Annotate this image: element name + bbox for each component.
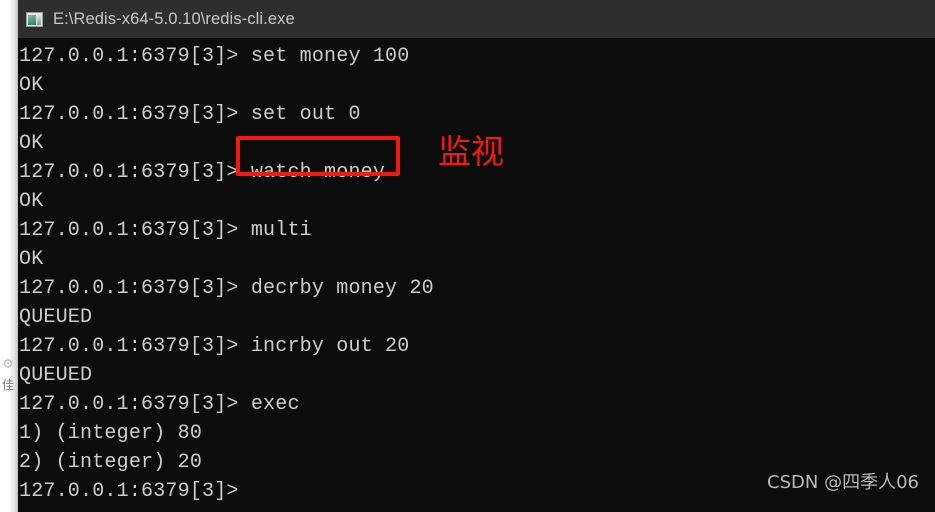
terminal-line: QUEUED [19, 306, 93, 329]
terminal-output[interactable]: 127.0.0.1:6379[3]> set money 100 OK 127.… [18, 38, 935, 512]
terminal-line: 127.0.0.1:6379[3]> exec [19, 393, 300, 416]
annotation-label: 监视 [438, 132, 504, 171]
console-window: E:\Redis-x64-5.0.10\redis-cli.exe 127.0.… [18, 0, 935, 512]
terminal-line: 127.0.0.1:6379[3]> set out 0 [19, 103, 361, 126]
watermark: CSDN @四季人06 [767, 472, 919, 493]
terminal-line: 1) (integer) 80 [19, 422, 203, 445]
background-gear-icon: ⚙ [2, 357, 14, 372]
terminal-line: 127.0.0.1:6379[3]> decrby money 20 [19, 277, 434, 300]
screenshot-root: ⚙ 佳 E:\Redis-x64-5.0.10\redis-cli.exe 12… [0, 0, 935, 512]
terminal-line: 127.0.0.1:6379[3]> multi [19, 219, 312, 242]
terminal-line: OK [19, 248, 44, 271]
terminal-line: OK [19, 74, 44, 97]
terminal-line: 127.0.0.1:6379[3]> set money 100 [19, 45, 410, 68]
terminal-line: 127.0.0.1:6379[3]> incrby out 20 [19, 335, 410, 358]
console-window-icon [26, 11, 43, 27]
terminal-line: QUEUED [19, 364, 93, 387]
background-cjk-artifact: 佳 [1, 378, 14, 392]
window-titlebar[interactable]: E:\Redis-x64-5.0.10\redis-cli.exe [18, 0, 935, 38]
window-title: E:\Redis-x64-5.0.10\redis-cli.exe [53, 9, 295, 28]
background-page-strip [0, 0, 18, 512]
terminal-line: OK [19, 190, 44, 213]
